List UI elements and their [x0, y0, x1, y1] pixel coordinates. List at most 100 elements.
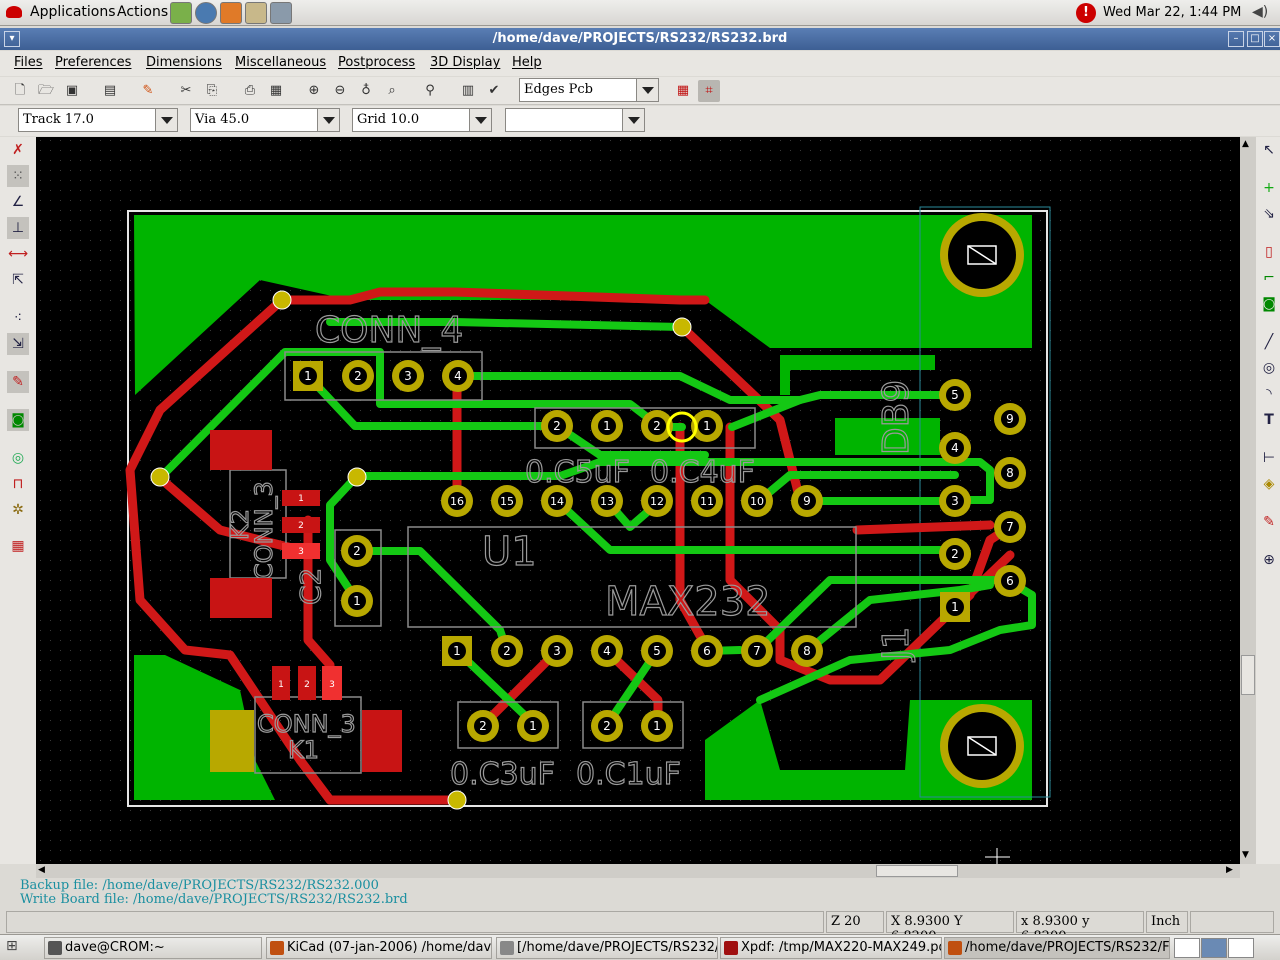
applications-menu[interactable]: Applications	[30, 4, 116, 20]
pcb-canvas[interactable]: CONN_4 0.C5uF 0.C4uF U1 MAX232 0.C3uF 0.…	[36, 137, 1240, 864]
auto-delete-track-icon[interactable]: ✎	[7, 371, 29, 393]
units-mm-icon[interactable]: ⟷	[7, 243, 29, 265]
files-icon[interactable]	[245, 2, 267, 24]
layer-pair-icon[interactable]: ▦	[672, 80, 694, 102]
open-file-icon[interactable]: 🗁	[35, 80, 57, 102]
add-circle-icon[interactable]: ◎	[1258, 357, 1280, 379]
chevron-down-icon[interactable]	[317, 109, 339, 131]
close-button[interactable]: ×	[1264, 31, 1280, 47]
module-editor-icon[interactable]: ✎	[137, 80, 159, 102]
workspace-3[interactable]	[1228, 938, 1254, 958]
clock[interactable]: Wed Mar 22, 1:44 PM	[1103, 5, 1241, 20]
scroll-left-icon[interactable]: ◀	[38, 865, 45, 875]
module-ratsnest-icon[interactable]: ⇲	[7, 333, 29, 355]
task-kicad[interactable]: KiCad (07-jan-2006) /home/dav	[266, 937, 492, 959]
vertical-scrollbar[interactable]: ▲ ▼	[1240, 137, 1256, 864]
board-drawing[interactable]: CONN_4 0.C5uF 0.C4uF U1 MAX232 0.C3uF 0.…	[36, 137, 1240, 864]
set-origin-icon[interactable]: ⊕	[1258, 549, 1280, 571]
cut-icon[interactable]: ✂	[175, 80, 197, 102]
track-width-select[interactable]: Track 17.0	[18, 108, 178, 132]
units-inch-icon[interactable]: ⊥	[7, 217, 29, 239]
cursor-shape-icon[interactable]: ⇱	[7, 269, 29, 291]
add-line-icon[interactable]: ╱	[1258, 331, 1280, 353]
add-arc-icon[interactable]: ◝	[1258, 383, 1280, 405]
volume-icon[interactable]: ◀)	[1252, 4, 1268, 20]
extra-tools-icon[interactable]: ▦	[7, 535, 29, 557]
add-track-icon[interactable]: ⌐	[1258, 267, 1280, 289]
grid-size-select[interactable]: Grid 10.0	[352, 108, 492, 132]
chevron-down-icon[interactable]	[469, 109, 491, 131]
scroll-down-icon[interactable]: ▼	[1242, 850, 1249, 860]
notes-icon[interactable]	[270, 2, 292, 24]
zoom-out-icon[interactable]: ⊖	[329, 80, 351, 102]
page-settings-icon[interactable]: ▤	[99, 80, 121, 102]
paste-icon[interactable]: ⎘	[201, 80, 223, 102]
horizontal-scrollbar[interactable]: ◀ ▶	[36, 864, 1240, 878]
scroll-right-icon[interactable]: ▶	[1226, 865, 1233, 875]
maximize-button[interactable]: □	[1247, 31, 1263, 47]
menu-miscellaneous[interactable]: Miscellaneous	[235, 55, 326, 70]
autoroute-icon[interactable]: ⌗	[698, 80, 720, 102]
via-size-select[interactable]: Via 45.0	[190, 108, 340, 132]
redhat-icon[interactable]	[6, 6, 22, 18]
window-titlebar[interactable]: ▾ /home/dave/PROJECTS/RS232/RS232.brd – …	[0, 28, 1280, 50]
add-module-icon[interactable]: ▯	[1258, 241, 1280, 263]
zoom-auto-icon[interactable]: ⌕	[381, 80, 403, 102]
browser-icon[interactable]	[195, 2, 217, 24]
new-file-icon[interactable]: 🗋	[9, 80, 31, 102]
zoom-in-icon[interactable]: ⊕	[303, 80, 325, 102]
zone-display-icon[interactable]: ◙	[7, 409, 29, 431]
menu-help[interactable]: Help	[512, 55, 542, 70]
save-icon[interactable]: ▣	[61, 80, 83, 102]
ratsnest-icon[interactable]: ⁖	[7, 307, 29, 329]
netlist-icon[interactable]: ▥	[457, 80, 479, 102]
find-icon[interactable]: ⚲	[419, 80, 441, 102]
alert-icon[interactable]: !	[1076, 3, 1096, 23]
add-dimension-icon[interactable]: ⊢	[1258, 447, 1280, 469]
office-icon[interactable]	[220, 2, 242, 24]
vertical-scroll-thumb[interactable]	[1241, 655, 1255, 695]
drc-icon[interactable]: ✔	[483, 80, 505, 102]
menu-files[interactable]: Files	[14, 55, 43, 70]
add-zone-icon[interactable]: ◙	[1258, 293, 1280, 315]
chevron-down-icon[interactable]	[155, 109, 177, 131]
task-eeschema[interactable]: [/home/dave/PROJECTS/RS232/	[496, 937, 718, 959]
pad-number: 6	[703, 644, 711, 658]
u1-pad: 15	[491, 485, 523, 517]
launcher-icon[interactable]	[170, 2, 192, 24]
message-line-2: Write Board file: /home/dave/PROJECTS/RS…	[20, 892, 408, 907]
polar-coords-icon[interactable]: ∠	[7, 191, 29, 213]
high-contrast-icon[interactable]: ✲	[7, 499, 29, 521]
add-target-icon[interactable]: ◈	[1258, 473, 1280, 495]
actions-menu[interactable]: Actions	[117, 4, 168, 20]
drc-off-icon[interactable]: ✗	[7, 139, 29, 161]
chevron-down-icon[interactable]	[622, 109, 644, 131]
pad-sketch-icon[interactable]: ◎	[7, 447, 29, 469]
redraw-icon[interactable]: ♁	[355, 80, 377, 102]
menu-3d-display[interactable]: 3D Display	[430, 55, 500, 70]
add-text-icon[interactable]: T	[1258, 409, 1280, 431]
delete-icon[interactable]: ✎	[1258, 511, 1280, 533]
grid-toggle-icon[interactable]: ⁙	[7, 165, 29, 187]
highlight-net-icon[interactable]: +	[1258, 177, 1280, 199]
track-sketch-icon[interactable]: ⊓	[7, 473, 29, 495]
menu-preferences[interactable]: Preferences	[55, 55, 131, 70]
layer-select[interactable]: Edges Pcb	[519, 78, 659, 102]
menu-dimensions[interactable]: Dimensions	[146, 55, 222, 70]
chevron-down-icon[interactable]	[636, 79, 658, 101]
task-xpdf[interactable]: Xpdf: /tmp/MAX220-MAX249.pd	[720, 937, 942, 959]
task-terminal[interactable]: dave@CROM:~	[44, 937, 262, 959]
plot-icon[interactable]: ▦	[265, 80, 287, 102]
zoom-select[interactable]	[505, 108, 645, 132]
horizontal-scroll-thumb[interactable]	[876, 865, 958, 877]
local-ratsnest-icon[interactable]: ⇘	[1258, 203, 1280, 225]
menu-postprocess[interactable]: Postprocess	[338, 55, 415, 70]
minimize-button[interactable]: –	[1228, 31, 1244, 47]
workspace-2[interactable]	[1201, 938, 1227, 958]
task-pcbnew[interactable]: /home/dave/PROJECTS/RS232/F	[944, 937, 1170, 959]
select-arrow-icon[interactable]: ↖	[1258, 139, 1280, 161]
show-desktop-icon[interactable]: ⊞	[6, 938, 30, 958]
workspace-1[interactable]	[1174, 938, 1200, 958]
print-icon[interactable]: ⎙	[239, 80, 261, 102]
scroll-up-icon[interactable]: ▲	[1242, 139, 1249, 149]
